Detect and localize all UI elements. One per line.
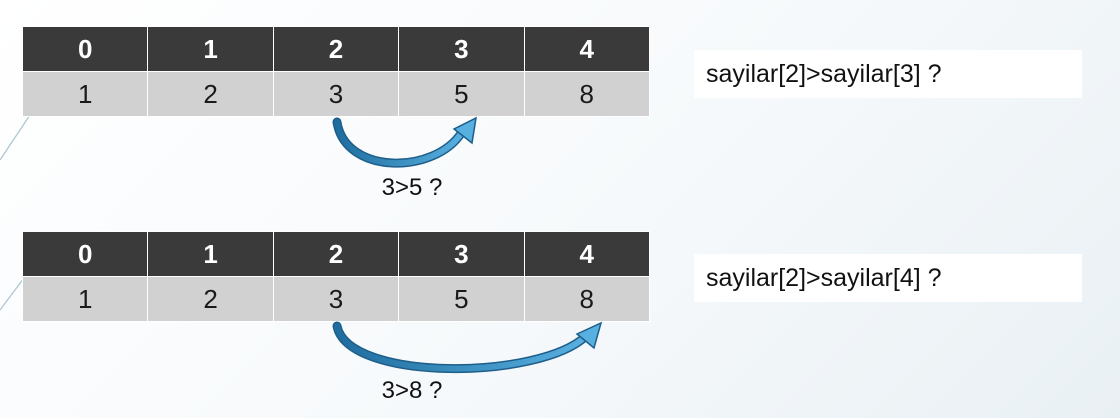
value-row: 1 2 3 5 8 [21, 276, 651, 322]
question-text: sayilar[2]>sayilar[4] ? [706, 263, 942, 292]
index-cell: 0 [21, 26, 149, 72]
index-cell: 2 [272, 231, 400, 277]
comparison-label-2: 3>8 ? [381, 377, 443, 404]
value-cell: 8 [523, 71, 651, 117]
index-cell: 3 [398, 26, 525, 72]
value-cell: 2 [147, 71, 274, 117]
index-cell: 2 [272, 26, 400, 72]
value-cell: 5 [398, 276, 525, 322]
index-cell: 1 [147, 26, 274, 72]
comparison-label-1: 3>5 ? [381, 174, 443, 201]
index-row: 0 1 2 3 4 [21, 26, 651, 72]
index-cell: 0 [21, 231, 149, 277]
question-text: sayilar[2]>sayilar[3] ? [706, 59, 942, 88]
value-cell: 3 [272, 71, 400, 117]
value-row: 1 2 3 5 8 [21, 71, 651, 117]
index-cell: 4 [523, 26, 651, 72]
value-cell: 1 [21, 276, 149, 322]
value-cell: 5 [398, 71, 525, 117]
value-cell: 2 [147, 276, 274, 322]
curved-arrow-icon [332, 321, 603, 373]
value-cell: 1 [21, 71, 149, 117]
value-cell: 8 [523, 276, 651, 322]
index-cell: 3 [398, 231, 525, 277]
value-cell: 3 [272, 276, 400, 322]
question-box-1: sayilar[2]>sayilar[3] ? [694, 50, 1082, 98]
index-row: 0 1 2 3 4 [21, 231, 651, 277]
array-table-1: 0 1 2 3 4 1 2 3 5 8 [21, 26, 651, 117]
index-cell: 4 [523, 231, 651, 277]
array-table-2: 0 1 2 3 4 1 2 3 5 8 [21, 231, 651, 322]
index-cell: 1 [147, 231, 274, 277]
curved-arrow-icon [332, 116, 477, 168]
question-box-2: sayilar[2]>sayilar[4] ? [694, 254, 1082, 302]
